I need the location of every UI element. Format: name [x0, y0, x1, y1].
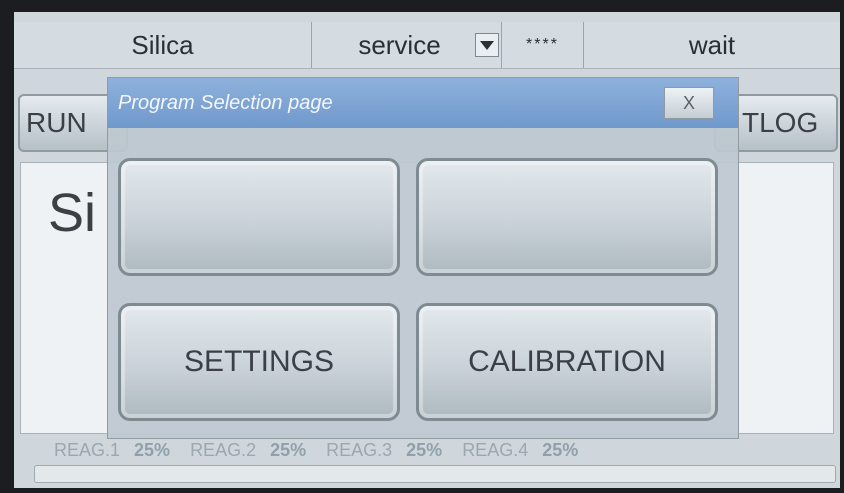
reagent-label: REAG.4	[462, 439, 529, 460]
mode-dropdown-button[interactable]	[475, 33, 499, 57]
dialog-title-bar: Program Selection page	[108, 78, 738, 128]
close-button[interactable]: X	[664, 87, 714, 119]
reagent-label: REAG.3	[326, 439, 393, 460]
reagent-level: REAG.1 25%	[54, 440, 170, 461]
reagent-value: 25%	[134, 439, 171, 460]
tab-datalog-label: TLOG	[742, 107, 819, 138]
analyzer-title: Silica	[14, 22, 312, 68]
status-indicator: wait	[584, 22, 840, 68]
reagent-level: REAG.2 25%	[190, 440, 306, 461]
mode-select[interactable]: service	[312, 22, 502, 68]
settings-button-label: SETTINGS	[183, 345, 334, 378]
analyzer-title-text: Silica	[131, 29, 194, 60]
device-screen: Silica service **** wait RUN TLOG Si REA…	[14, 12, 840, 488]
program-button-2[interactable]	[416, 158, 718, 276]
close-icon: X	[682, 92, 695, 113]
tab-run-label: RUN	[26, 107, 87, 138]
program-selection-dialog: Program Selection page X SETTINGS CALIBR…	[107, 77, 739, 439]
mode-select-value: service	[358, 29, 441, 60]
calibration-button-label: CALIBRATION	[468, 345, 666, 378]
reagent-levels-bar: REAG.1 25% REAG.2 25% REAG.3 25% REAG.4 25%	[14, 436, 840, 464]
reagent-label: REAG.1	[54, 439, 121, 460]
password-field[interactable]: ****	[502, 22, 584, 68]
reagent-value: 25%	[406, 439, 443, 460]
settings-button[interactable]: SETTINGS	[118, 303, 400, 421]
reagent-label: REAG.2	[190, 439, 257, 460]
reagent-value: 25%	[270, 439, 307, 460]
calibration-button[interactable]: CALIBRATION	[416, 303, 718, 421]
status-bar: Silica service **** wait	[14, 22, 840, 69]
dialog-title: Program Selection page	[118, 91, 333, 114]
main-panel-title: Si	[48, 183, 97, 243]
reagent-level: REAG.3 25%	[326, 440, 442, 461]
chevron-down-icon	[480, 40, 494, 50]
status-text: wait	[688, 29, 736, 60]
password-mask: ****	[526, 36, 559, 53]
reagent-level: REAG.4 25%	[462, 440, 578, 461]
progress-bar	[34, 465, 836, 483]
reagent-value: 25%	[542, 439, 579, 460]
program-button-1[interactable]	[118, 158, 400, 276]
